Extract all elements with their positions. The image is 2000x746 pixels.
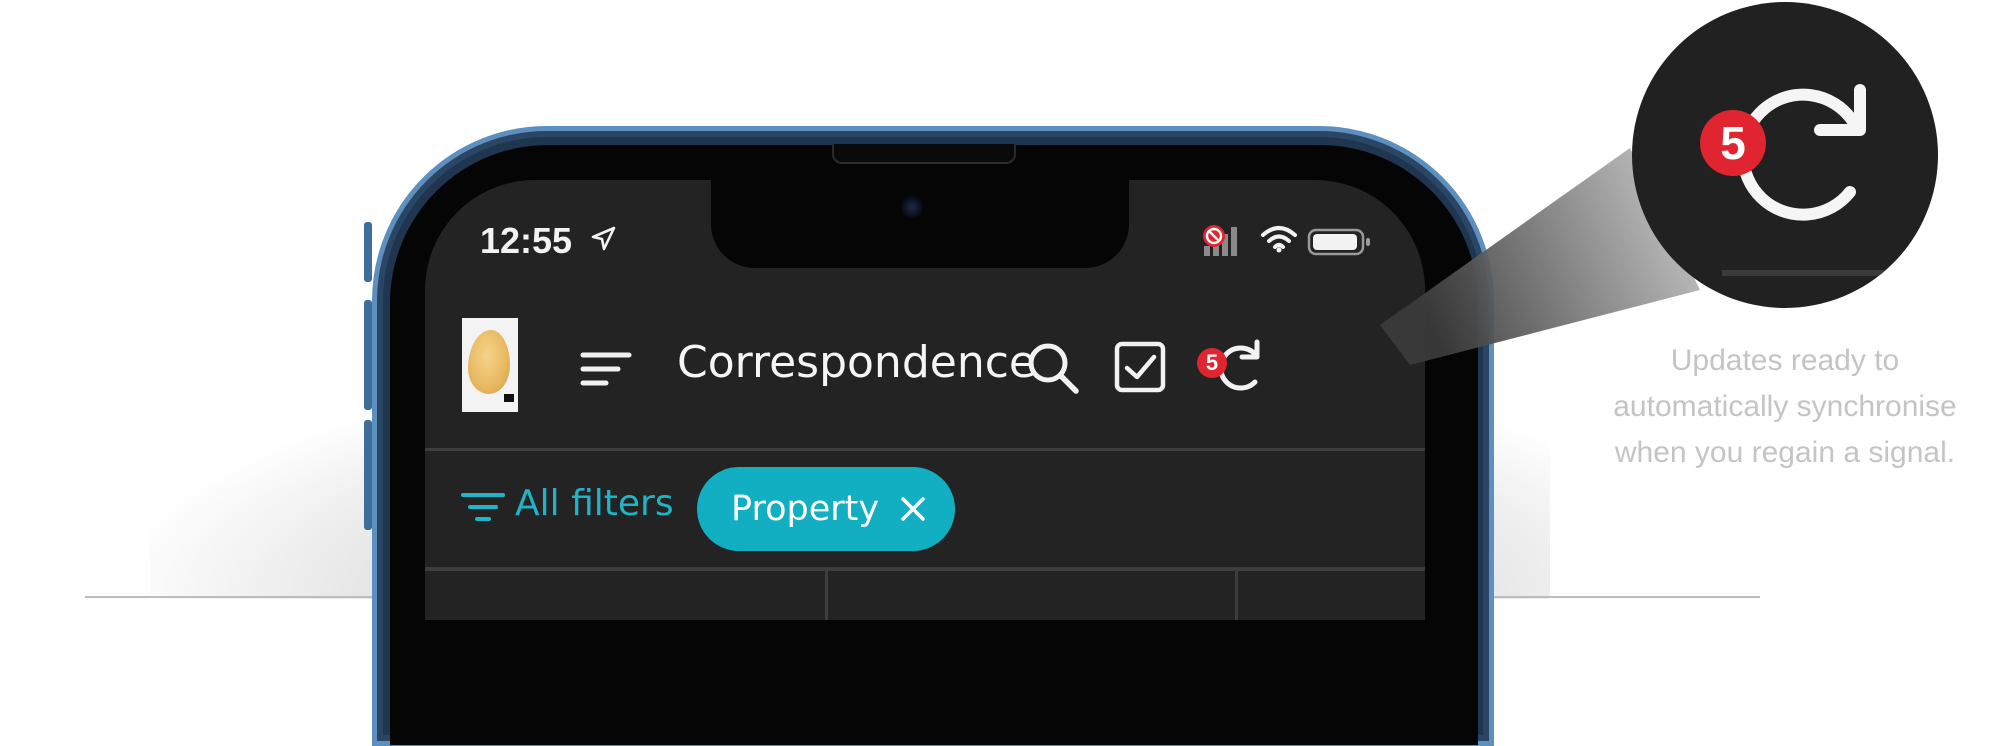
- no-signal-icon: [1203, 225, 1237, 256]
- sync-count-badge: 5: [1197, 348, 1227, 378]
- wifi-icon: [1261, 226, 1297, 253]
- column-divider: [825, 571, 828, 620]
- all-filters-button[interactable]: All filters: [515, 483, 674, 524]
- caption-line: when you regain a signal.: [1614, 436, 1956, 469]
- phone-side-button: [364, 222, 372, 282]
- filter-bar: All filters Property: [425, 455, 1425, 551]
- front-camera: [901, 196, 923, 218]
- sync-zoom-callout: 5: [1632, 2, 1938, 308]
- filter-divider: [425, 567, 1425, 571]
- filter-icon[interactable]: [461, 491, 505, 525]
- app-logo[interactable]: [462, 318, 518, 412]
- phone-side-button: [364, 300, 372, 410]
- caption-line: Updates ready to: [1670, 344, 1900, 377]
- caption-line: automatically synchronise: [1613, 390, 1957, 423]
- property-filter-chip[interactable]: Property: [697, 467, 955, 551]
- zoom-count-badge: 5: [1700, 110, 1766, 176]
- chip-label: Property: [731, 489, 880, 529]
- page-title: Correspondence: [677, 337, 1036, 388]
- phone-screen: 12:55 Correspondence 5 All filters Prope…: [425, 180, 1425, 620]
- sync-button[interactable]: 5: [1197, 336, 1269, 398]
- phone-side-button: [364, 420, 372, 530]
- menu-icon[interactable]: [580, 350, 632, 390]
- callout-caption: Updates ready to automatically synchroni…: [1570, 338, 2000, 476]
- speaker-bar: [832, 144, 1016, 164]
- battery-icon: [1307, 228, 1370, 256]
- location-arrow-icon: [591, 226, 616, 251]
- leaf-logo-image: [468, 330, 510, 394]
- app-header: Correspondence 5: [425, 310, 1425, 428]
- close-icon[interactable]: [899, 495, 927, 523]
- status-time: 12:55: [480, 220, 573, 261]
- header-divider: [425, 448, 1425, 451]
- search-icon[interactable]: [1025, 340, 1081, 396]
- notch: [711, 180, 1129, 268]
- column-divider: [1235, 571, 1238, 620]
- logo-mark: [504, 394, 514, 402]
- select-checkbox-icon[interactable]: [1113, 340, 1169, 396]
- zoom-divider: [1722, 270, 1938, 276]
